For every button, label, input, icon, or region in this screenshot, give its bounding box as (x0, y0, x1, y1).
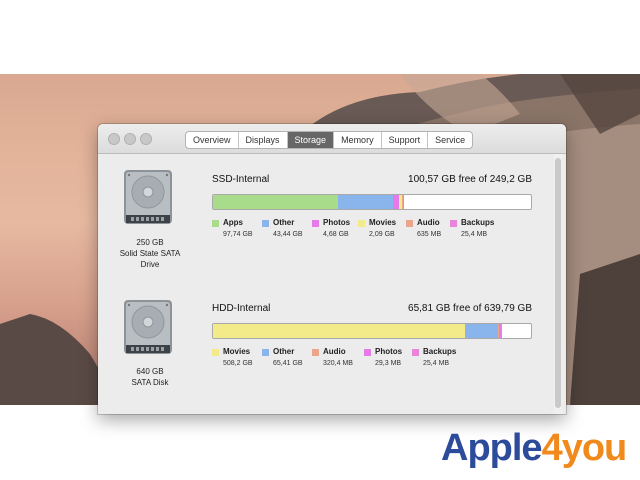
legend-label: Photos (323, 218, 351, 227)
window-titlebar: Overview Displays Storage Memory Support… (98, 124, 566, 154)
legend-value: 2,09 GB (369, 231, 395, 238)
disk-type: Solid State SATA (119, 249, 181, 258)
legend-label: Apps (223, 218, 243, 227)
usage-segment-apps (213, 195, 338, 209)
tab-support[interactable]: Support (382, 132, 429, 148)
legend-swatch (364, 349, 371, 356)
hard-drive-icon (124, 300, 172, 354)
disk-capacity: 640 GB (136, 367, 164, 376)
disk-free-space: 65,81 GB free of 639,79 GB (408, 303, 532, 314)
hard-drive-icon (124, 170, 172, 224)
usage-segment-movies (213, 324, 466, 338)
usage-segment-backups (500, 324, 503, 338)
legend-value: 25,4 MB (423, 360, 450, 367)
tab-displays[interactable]: Displays (239, 132, 288, 148)
storage-content: 250 GB Solid State SATA Drive SSD-Intern… (98, 154, 566, 414)
vertical-scrollbar[interactable] (554, 154, 562, 414)
disk-type-line2: Drive (140, 260, 160, 269)
scrollbar-thumb[interactable] (555, 158, 561, 408)
storage-usage-bar (212, 194, 532, 210)
legend-swatch (450, 220, 457, 227)
legend-value: 320,4 MB (323, 360, 353, 367)
legend-value: 635 MB (417, 231, 442, 238)
zoom-window-button[interactable] (140, 133, 152, 145)
legend-value: 97,74 GB (223, 231, 253, 238)
storage-legend: Movies 508,2 GB Other 65,41 GB Audio 320… (212, 347, 552, 377)
disk-ssd-internal: 250 GB Solid State SATA Drive SSD-Intern… (98, 154, 566, 269)
disk-hdd-internal: 640 GB SATA Disk HDD-Internal 65,81 GB f… (98, 284, 566, 394)
disk-capacity: 250 GB (136, 238, 164, 247)
disk-name: HDD-Internal (212, 303, 271, 314)
legend-swatch (312, 349, 319, 356)
legend-value: 508,2 GB (223, 360, 253, 367)
legend-value: 4,68 GB (323, 231, 349, 238)
legend-label: Other (273, 347, 295, 356)
legend-label: Photos (375, 347, 403, 356)
brand-part2: 4you (541, 427, 628, 469)
disk-caption: 640 GB SATA Disk (102, 366, 198, 388)
system-information-window: Overview Displays Storage Memory Support… (98, 124, 566, 414)
legend-label: Audio (323, 347, 346, 356)
legend-swatch (406, 220, 413, 227)
apple4you-watermark: Apple4you (441, 426, 628, 470)
legend-label: Backups (423, 347, 457, 356)
legend-value: 65,41 GB (273, 360, 303, 367)
usage-segment-backups (402, 195, 404, 209)
legend-swatch (312, 220, 319, 227)
legend-value: 25,4 MB (461, 231, 488, 238)
legend-value: 29,3 MB (375, 360, 402, 367)
tab-memory[interactable]: Memory (334, 132, 382, 148)
legend-label: Audio (417, 218, 440, 227)
legend-swatch (212, 220, 219, 227)
usage-segment-other (465, 324, 498, 338)
storage-legend: Apps 97,74 GB Other 43,44 GB Photos 4,68… (212, 218, 552, 248)
legend-value: 43,44 GB (273, 231, 303, 238)
tab-service[interactable]: Service (428, 132, 472, 148)
legend-swatch (262, 220, 269, 227)
tab-storage[interactable]: Storage (287, 132, 335, 148)
brand-part1: Apple (441, 427, 543, 469)
usage-segment-other (337, 195, 393, 209)
disk-caption: 250 GB Solid State SATA Drive (102, 237, 198, 270)
disk-name: SSD-Internal (212, 174, 270, 185)
disk-type: SATA Disk (131, 378, 169, 387)
legend-label: Movies (223, 347, 251, 356)
tab-bar: Overview Displays Storage Memory Support… (185, 131, 474, 149)
legend-swatch (212, 349, 219, 356)
legend-label: Movies (369, 218, 397, 227)
disk-free-space: 100,57 GB free of 249,2 GB (408, 174, 532, 185)
close-window-button[interactable] (108, 133, 120, 145)
minimize-window-button[interactable] (124, 133, 136, 145)
tab-overview[interactable]: Overview (186, 132, 239, 148)
legend-label: Backups (461, 218, 495, 227)
legend-label: Other (273, 218, 295, 227)
storage-usage-bar (212, 323, 532, 339)
legend-swatch (358, 220, 365, 227)
legend-swatch (412, 349, 419, 356)
legend-swatch (262, 349, 269, 356)
